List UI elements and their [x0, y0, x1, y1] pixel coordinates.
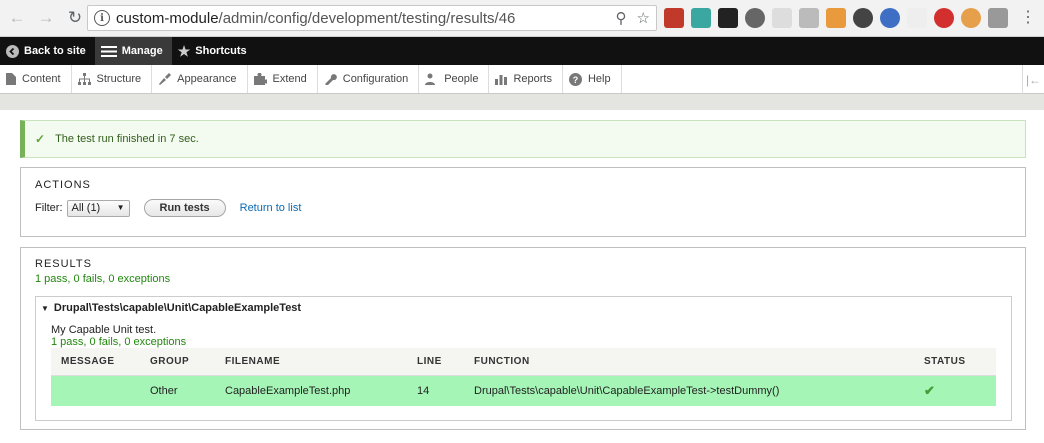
- svg-text:?: ?: [573, 75, 579, 85]
- manage-label: Manage: [121, 45, 163, 57]
- actions-legend: ACTIONS: [35, 179, 91, 191]
- help-icon: ?: [568, 72, 582, 86]
- extension-icon[interactable]: [853, 8, 873, 28]
- cell-group: Other: [140, 375, 215, 406]
- star-icon: ★: [177, 42, 191, 59]
- gear-icon[interactable]: [745, 8, 765, 28]
- test-class-details: ▼ Drupal\Tests\capable\Unit\CapableExamp…: [35, 296, 1012, 421]
- search-icon[interactable]: ⚲: [616, 9, 627, 27]
- back-arrow-icon[interactable]: ←: [5, 6, 29, 30]
- tray-label: People: [444, 73, 479, 85]
- browser-toolbar: ← → ↻ i custom-module/admin/config/devel…: [0, 0, 1044, 37]
- tray-label: Structure: [96, 73, 142, 85]
- extension-icon[interactable]: [826, 8, 846, 28]
- test-class-toggle[interactable]: ▼ Drupal\Tests\capable\Unit\CapableExamp…: [41, 302, 301, 314]
- paintbrush-icon: [158, 73, 172, 85]
- tray-label: Content: [22, 73, 61, 85]
- tray-item-configuration[interactable]: Configuration: [318, 65, 420, 93]
- extension-icon[interactable]: [988, 8, 1008, 28]
- opera-icon[interactable]: [934, 8, 954, 28]
- table-row: Other CapableExampleTest.php 14 Drupal\T…: [51, 375, 996, 406]
- filter-label: Filter:: [35, 202, 63, 214]
- tray-item-structure[interactable]: Structure: [72, 65, 153, 93]
- actions-fieldset: ACTIONS Filter: All (1) ▼ Run tests Retu…: [20, 167, 1026, 237]
- triangle-down-icon: ▼: [41, 303, 49, 313]
- extension-icon[interactable]: [907, 8, 927, 28]
- column-header-function: FUNCTION: [464, 348, 914, 376]
- shortcuts-label: Shortcuts: [195, 45, 247, 57]
- column-header-status: STATUS: [914, 348, 996, 376]
- back-to-site-label: Back to site: [24, 45, 86, 57]
- column-header-filename: FILENAME: [215, 348, 407, 376]
- tray-label: Extend: [272, 73, 307, 85]
- cell-message: [51, 375, 140, 406]
- extension-icon[interactable]: [664, 8, 684, 28]
- extensions-bar: [664, 8, 1008, 28]
- results-legend: RESULTS: [35, 258, 92, 270]
- browser-menu-icon[interactable]: ⋮: [1020, 9, 1036, 27]
- tray-item-help[interactable]: ? Help: [563, 65, 622, 93]
- wrench-icon: [324, 73, 337, 85]
- info-icon[interactable]: i: [94, 10, 110, 26]
- test-class-title: Drupal\Tests\capable\Unit\CapableExample…: [53, 302, 302, 314]
- status-message-text: The test run finished in 7 sec.: [55, 133, 199, 145]
- status-message: ✓ The test run finished in 7 sec.: [20, 120, 1026, 158]
- reload-icon[interactable]: ↻: [63, 6, 87, 30]
- puzzle-icon: [253, 73, 267, 85]
- cell-function: Drupal\Tests\capable\Unit\CapableExample…: [464, 375, 914, 406]
- hamburger-icon: [100, 45, 117, 58]
- checkmark-icon: ✔: [924, 382, 935, 398]
- structure-icon: [77, 73, 91, 85]
- filter-row: Filter: All (1) ▼ Run tests Return to li…: [35, 199, 301, 217]
- back-circle-icon: [6, 44, 19, 58]
- cell-filename: CapableExampleTest.php: [215, 375, 407, 406]
- results-fieldset: RESULTS 1 pass, 0 fails, 0 exceptions ▼ …: [20, 247, 1026, 430]
- extension-icon[interactable]: [772, 8, 792, 28]
- star-icon[interactable]: ☆: [637, 9, 650, 27]
- url-text[interactable]: custom-module/admin/config/development/t…: [116, 10, 515, 27]
- people-icon: [425, 73, 438, 85]
- tray-label: Configuration: [342, 73, 409, 85]
- return-to-list-link[interactable]: Return to list: [240, 202, 302, 214]
- globe-icon[interactable]: [880, 8, 900, 28]
- filter-select[interactable]: All (1) ▼: [66, 199, 130, 217]
- collapse-tray-icon[interactable]: |←: [1022, 65, 1044, 94]
- back-to-site-link[interactable]: Back to site: [0, 37, 95, 65]
- test-description: My Capable Unit test.: [51, 324, 157, 336]
- cell-status: ✔: [914, 375, 996, 406]
- tray-item-reports[interactable]: Reports: [489, 65, 563, 93]
- column-header-line: LINE: [407, 348, 464, 376]
- toolbar-tray: Content Structure Appearance Extend Conf…: [0, 65, 1044, 94]
- column-header-group: GROUP: [140, 348, 215, 376]
- results-table: MESSAGE GROUP FILENAME LINE FUNCTION STA…: [51, 348, 996, 406]
- table-header-row: MESSAGE GROUP FILENAME LINE FUNCTION STA…: [51, 348, 996, 376]
- extension-icon[interactable]: [691, 8, 711, 28]
- column-header-message: MESSAGE: [51, 348, 140, 376]
- tray-label: Reports: [513, 73, 552, 85]
- header-strip: [0, 94, 1044, 110]
- forward-arrow-icon[interactable]: →: [34, 6, 58, 30]
- tray-item-extend[interactable]: Extend: [248, 65, 318, 93]
- dropdown-arrow-icon: ▼: [116, 202, 125, 212]
- cell-line: 14: [407, 375, 464, 406]
- cookie-icon[interactable]: [961, 8, 981, 28]
- tray-label: Appearance: [177, 73, 237, 85]
- shortcuts-tab[interactable]: ★ Shortcuts: [172, 37, 256, 65]
- bar-chart-icon: [495, 73, 508, 85]
- tray-label: Help: [587, 73, 611, 85]
- tray-item-appearance[interactable]: Appearance: [152, 65, 248, 93]
- tray-item-people[interactable]: People: [419, 65, 490, 93]
- results-summary: 1 pass, 0 fails, 0 exceptions: [35, 273, 171, 285]
- tray-item-content[interactable]: Content: [0, 65, 72, 93]
- address-bar[interactable]: i custom-module/admin/config/development…: [87, 5, 657, 31]
- file-icon: [6, 73, 16, 85]
- run-tests-button[interactable]: Run tests: [143, 199, 226, 217]
- test-summary: 1 pass, 0 fails, 0 exceptions: [51, 336, 187, 348]
- manage-tab[interactable]: Manage: [94, 37, 172, 65]
- checkmark-icon: ✓: [35, 132, 46, 146]
- extension-icon[interactable]: [718, 8, 738, 28]
- extension-icon[interactable]: [799, 8, 819, 28]
- filter-select-value: All (1): [71, 202, 101, 214]
- admin-toolbar: Back to site Manage ★ Shortcuts: [0, 37, 1044, 65]
